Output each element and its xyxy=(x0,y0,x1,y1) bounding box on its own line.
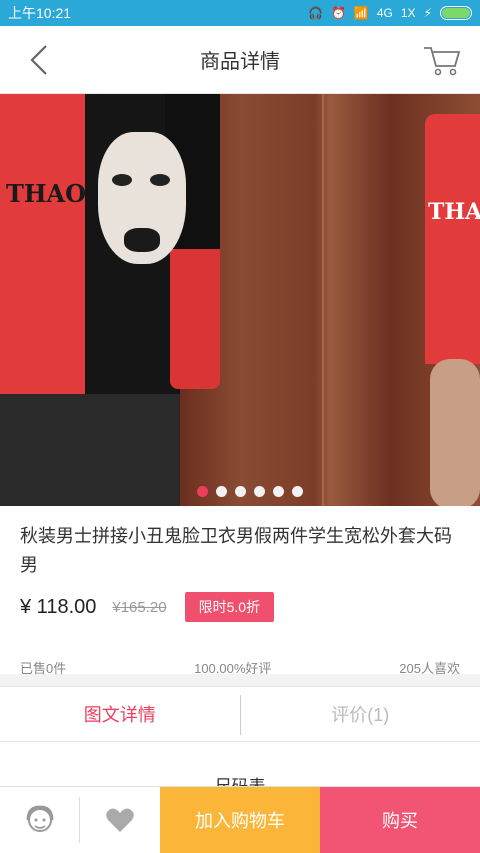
carousel-dot[interactable] xyxy=(216,486,227,497)
current-price: ¥ 118.00 xyxy=(20,595,97,618)
price-row: ¥ 118.00 ¥165.20 限时5.0折 xyxy=(20,592,460,622)
discount-badge: 限时5.0折 xyxy=(184,592,275,622)
customer-service-button[interactable] xyxy=(0,797,80,843)
carousel-dot[interactable] xyxy=(197,486,208,497)
network-speed: 1X xyxy=(400,6,416,20)
tab-reviews[interactable]: 评价(1) xyxy=(241,687,480,741)
headphone-icon: 🎧 xyxy=(308,6,323,20)
status-icons: 🎧 ⏰ 📶 4G 1X ⚡ xyxy=(308,6,472,20)
product-info: 秋装男士拼接小丑鬼脸卫衣男假两件学生宽松外套大码男 ¥ 118.00 ¥165.… xyxy=(0,506,480,677)
buy-button[interactable]: 购买 xyxy=(320,787,480,853)
clown-face-print xyxy=(98,132,186,264)
product-image-carousel[interactable]: THAO THAO xyxy=(0,94,480,506)
size-chart-section: ——尺码表—— xyxy=(0,742,480,786)
wifi-icon: 📶 xyxy=(353,6,369,20)
shopping-cart-icon[interactable] xyxy=(422,42,462,78)
detail-tabs: 图文详情 评价(1) xyxy=(0,686,480,742)
likes-count: 205人喜欢 xyxy=(399,661,460,676)
status-bar: 上午10:21 🎧 ⏰ 📶 4G 1X ⚡ xyxy=(0,0,480,26)
product-stats: 已售0件 100.00%好评 205人喜欢 xyxy=(20,658,460,677)
favorite-button[interactable] xyxy=(80,787,160,853)
add-to-cart-button[interactable]: 加入购物车 xyxy=(160,787,320,853)
network-label: 4G xyxy=(376,6,393,20)
original-price: ¥165.20 xyxy=(112,598,167,616)
carousel-dots xyxy=(0,486,480,497)
sold-count: 已售0件 xyxy=(20,661,67,676)
page-title: 商品详情 xyxy=(200,51,280,73)
chevron-left-icon[interactable] xyxy=(22,42,58,78)
carousel-dot[interactable] xyxy=(273,486,284,497)
heart-icon xyxy=(106,808,134,832)
rating: 100.00%好评 xyxy=(194,661,272,676)
product-title: 秋装男士拼接小丑鬼脸卫衣男假两件学生宽松外套大码男 xyxy=(20,526,452,575)
carousel-dot[interactable] xyxy=(254,486,265,497)
customer-service-icon xyxy=(26,805,53,832)
carousel-dot[interactable] xyxy=(292,486,303,497)
charging-icon: ⚡ xyxy=(423,6,432,20)
status-time: 上午10:21 xyxy=(8,5,72,21)
battery-icon xyxy=(440,6,472,20)
size-chart-title: ——尺码表—— xyxy=(0,772,480,786)
carousel-dot[interactable] xyxy=(235,486,246,497)
brand-print-right: THAO xyxy=(428,199,480,225)
tab-details[interactable]: 图文详情 xyxy=(0,687,240,741)
bottom-action-bar: 加入购物车 购买 xyxy=(0,786,480,853)
alarm-icon: ⏰ xyxy=(330,6,346,20)
navigation-bar: 商品详情 xyxy=(0,26,480,94)
brand-print-left: THAO xyxy=(6,179,87,208)
